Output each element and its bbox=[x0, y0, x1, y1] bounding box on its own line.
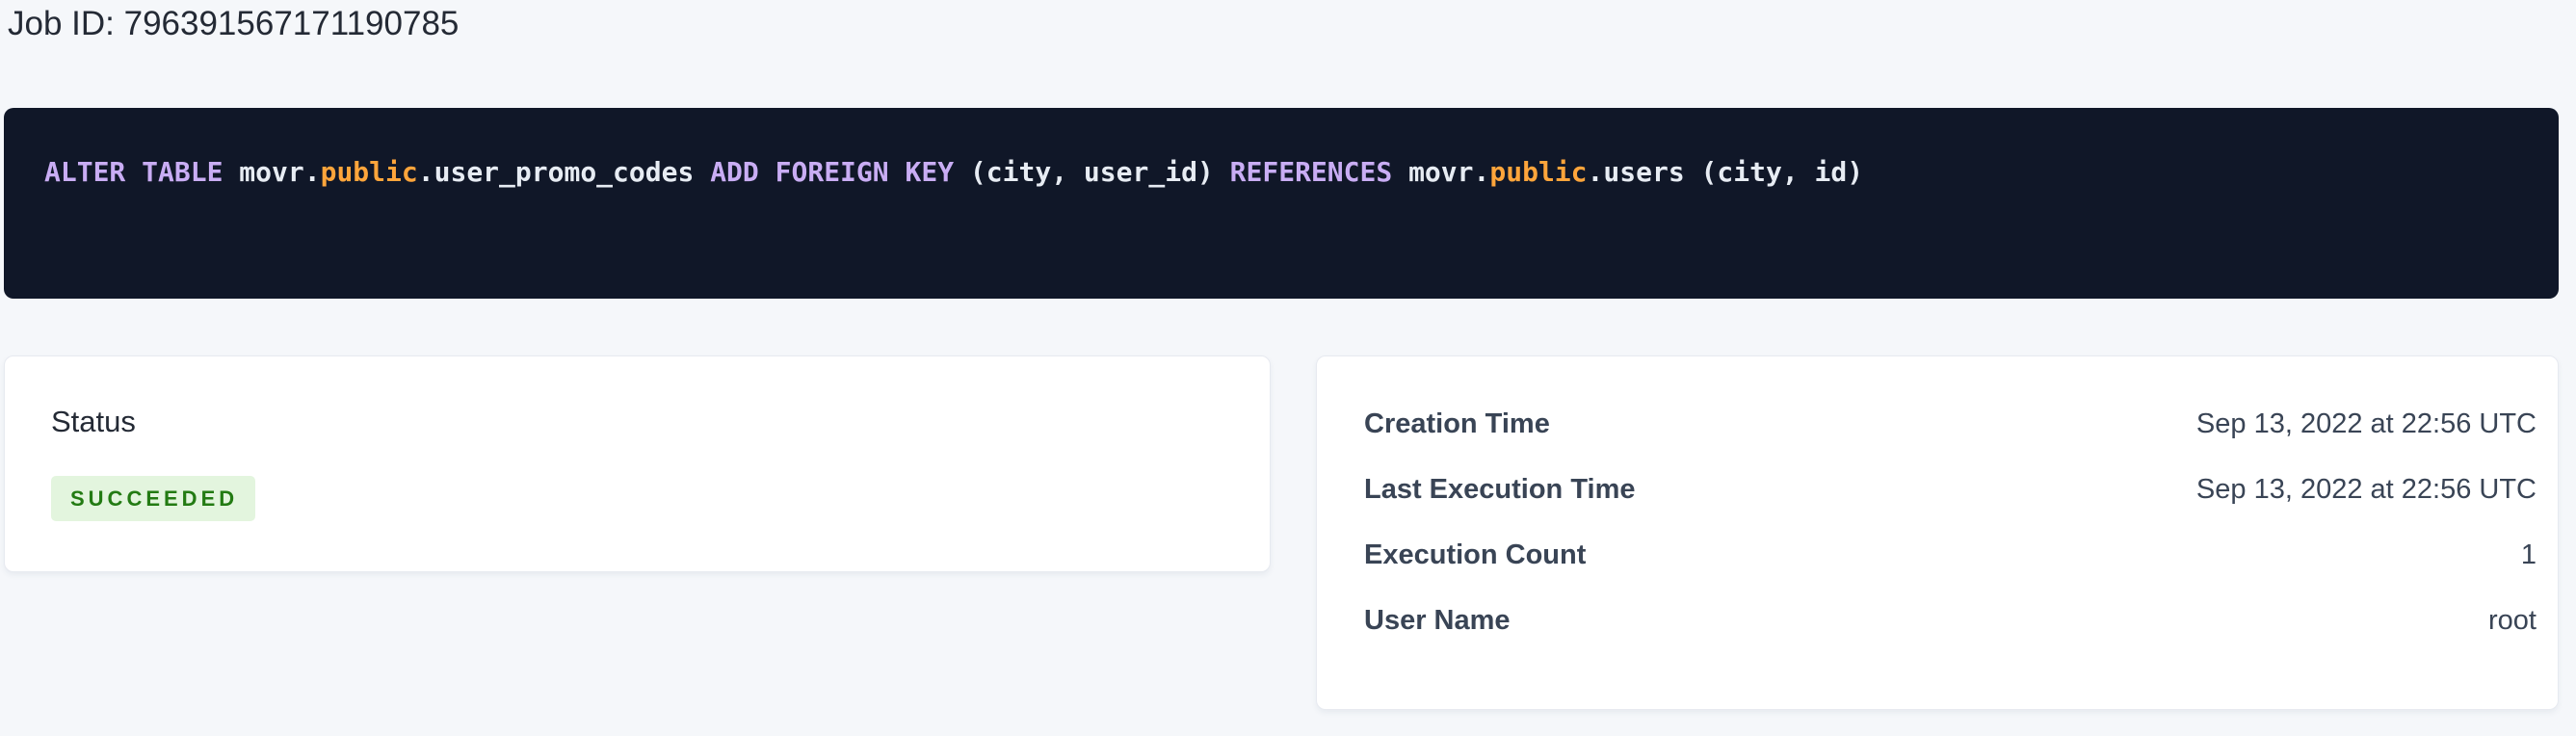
job-details-page: Job ID: 796391567171190785 ALTER TABLE m… bbox=[0, 0, 2576, 736]
detail-label: Execution Count bbox=[1364, 539, 1586, 571]
sql-token-keyword: ALTER TABLE bbox=[44, 156, 223, 188]
sql-token-schema: public bbox=[1489, 156, 1587, 188]
sql-token-plain: (city, user_id) bbox=[954, 156, 1230, 188]
sql-token-plain: movr. bbox=[1392, 156, 1489, 188]
sql-token-plain: .user_promo_codes bbox=[418, 156, 710, 188]
sql-token-plain: movr. bbox=[223, 156, 320, 188]
sql-statement-box: ALTER TABLE movr.public.user_promo_codes… bbox=[4, 108, 2559, 299]
sql-statement: ALTER TABLE movr.public.user_promo_codes… bbox=[44, 156, 1863, 188]
sql-token-keyword: REFERENCES bbox=[1230, 156, 1393, 188]
sql-token-keyword: ADD FOREIGN KEY bbox=[710, 156, 954, 188]
summary-cards: Status SUCCEEDED Creation Time Sep 13, 20… bbox=[4, 355, 2559, 710]
detail-value: Sep 13, 2022 at 22:56 UTC bbox=[2196, 408, 2537, 440]
sql-token-plain: .users (city, id) bbox=[1588, 156, 1864, 188]
page-title: Job ID: 796391567171190785 bbox=[8, 5, 2576, 42]
detail-row: Last Execution Time Sep 13, 2022 at 22:56… bbox=[1364, 457, 2537, 522]
detail-row: User Name root bbox=[1364, 588, 2537, 653]
detail-row: Creation Time Sep 13, 2022 at 22:56 UTC bbox=[1364, 391, 2537, 457]
detail-label: Creation Time bbox=[1364, 408, 1550, 440]
status-heading: Status bbox=[51, 404, 1223, 439]
status-card: Status SUCCEEDED bbox=[4, 355, 1271, 572]
status-badge: SUCCEEDED bbox=[51, 476, 255, 521]
detail-value: root bbox=[2488, 605, 2537, 637]
job-details-card: Creation TimeSep 13, 2022 at 22:56 UTCLa… bbox=[1316, 355, 2559, 710]
sql-token-schema: public bbox=[321, 156, 418, 188]
detail-label: User Name bbox=[1364, 605, 1511, 637]
detail-value: 1 bbox=[2521, 539, 2537, 571]
job-details-rows: Creation TimeSep 13, 2022 at 22:56 UTCLa… bbox=[1364, 391, 2537, 653]
detail-value: Sep 13, 2022 at 22:56 UTC bbox=[2196, 474, 2537, 506]
detail-label: Last Execution Time bbox=[1364, 474, 1636, 506]
detail-row: Execution Count 1 bbox=[1364, 522, 2537, 588]
